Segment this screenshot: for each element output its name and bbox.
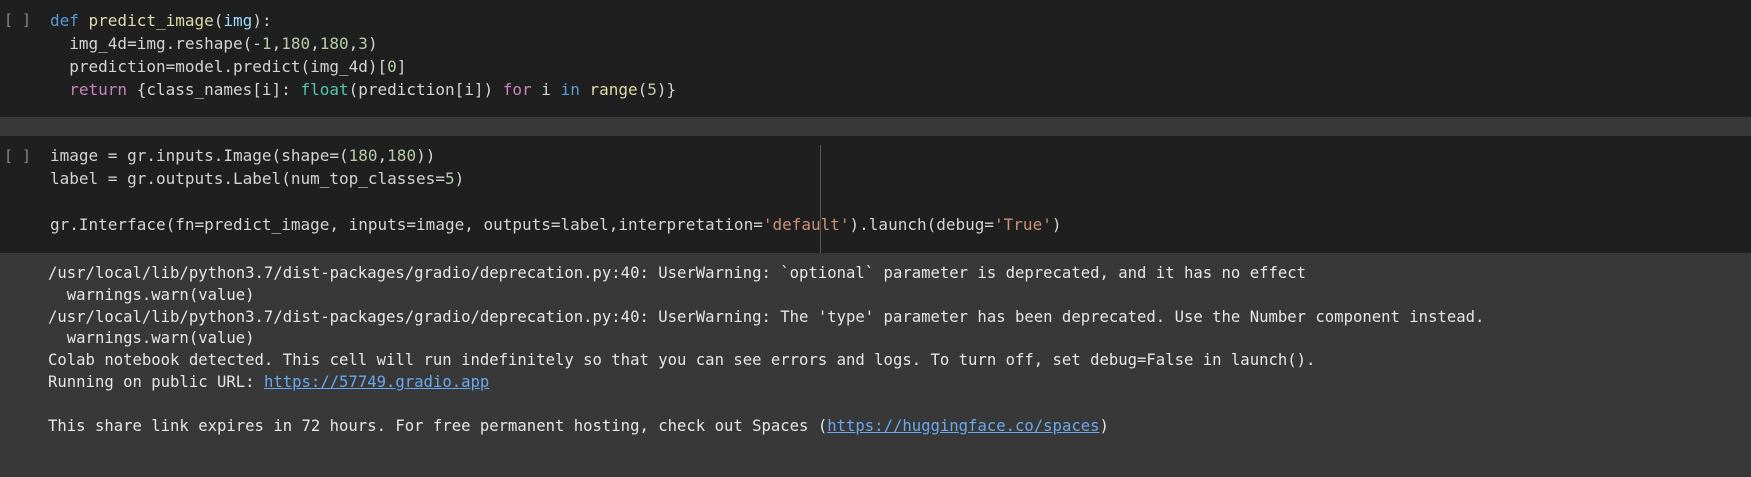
code-token: predict_image bbox=[88, 11, 214, 30]
code-editor[interactable]: image = gr.inputs.Image(shape=(180,180))… bbox=[50, 144, 1061, 236]
code-token: img_4d=img.reshape(- bbox=[50, 34, 262, 53]
code-token: 5 bbox=[647, 80, 657, 99]
code-token: ( bbox=[213, 11, 224, 30]
code-line: gr.Interface(fn=predict_image, inputs=im… bbox=[50, 213, 1061, 236]
text-cursor-guide bbox=[820, 145, 821, 253]
code-token: img bbox=[223, 11, 253, 30]
cell-output: /usr/local/lib/python3.7/dist-packages/g… bbox=[48, 263, 1484, 437]
code-token: range bbox=[589, 80, 638, 99]
code-line: label = gr.outputs.Label(num_top_classes… bbox=[50, 167, 1061, 190]
output-line: /usr/local/lib/python3.7/dist-packages/g… bbox=[48, 307, 1485, 326]
code-token: float bbox=[300, 80, 349, 99]
code-token: ): bbox=[252, 11, 272, 30]
code-token: (prediction[i]) bbox=[348, 80, 503, 99]
code-token: , bbox=[271, 34, 282, 53]
notebook: [ ] def predict_image(img): img_4d=img.r… bbox=[0, 0, 1751, 477]
code-token: )} bbox=[656, 80, 677, 99]
code-token: 'True' bbox=[994, 215, 1052, 234]
output-line: /usr/local/lib/python3.7/dist-packages/g… bbox=[48, 264, 1307, 282]
code-token: gr.Interface(fn=predict_image, inputs=im… bbox=[50, 215, 763, 234]
code-token: , bbox=[348, 34, 359, 53]
code-token: for bbox=[502, 80, 532, 99]
code-token: , bbox=[310, 34, 320, 53]
code-token: def bbox=[50, 11, 89, 30]
code-token: 'default' bbox=[762, 215, 850, 234]
output-line: Running on public URL: https://57749.gra… bbox=[48, 372, 1484, 394]
code-line: def predict_image(img): bbox=[50, 9, 676, 32]
code-token: 3 bbox=[358, 34, 368, 53]
code-token: i bbox=[531, 80, 561, 99]
code-token: 180 bbox=[387, 146, 417, 165]
run-cell-button[interactable]: [ ] bbox=[4, 11, 31, 29]
code-line: image = gr.inputs.Image(shape=(180,180)) bbox=[50, 144, 1061, 167]
code-token: {class_names[i]: bbox=[127, 80, 301, 99]
code-token: 0 bbox=[387, 57, 397, 76]
output-line: warnings.warn(value) bbox=[48, 329, 255, 348]
code-token: 180 bbox=[319, 34, 349, 53]
code-token: ] bbox=[396, 57, 407, 76]
code-token: )) bbox=[416, 146, 436, 165]
output-line: Colab notebook detected. This cell will … bbox=[48, 351, 1316, 370]
code-token: , bbox=[377, 146, 388, 165]
code-editor[interactable]: def predict_image(img): img_4d=img.resha… bbox=[50, 9, 676, 101]
code-token: ) bbox=[454, 169, 465, 188]
code-token: return bbox=[69, 80, 128, 99]
code-cell-2[interactable]: [ ] image = gr.inputs.Image(shape=(180,1… bbox=[0, 136, 1751, 253]
output-line: warnings.warn(value) bbox=[48, 285, 255, 304]
code-token: 180 bbox=[281, 34, 311, 53]
output-text: This share link expires in 72 hours. For… bbox=[48, 416, 828, 435]
code-cell-1[interactable]: [ ] def predict_image(img): img_4d=img.r… bbox=[0, 0, 1751, 117]
code-token: ) bbox=[367, 34, 378, 53]
run-cell-button[interactable]: [ ] bbox=[4, 147, 31, 165]
code-token: 180 bbox=[348, 146, 378, 165]
code-token: image = gr.inputs.Image(shape=( bbox=[50, 146, 349, 165]
code-token: 5 bbox=[444, 169, 455, 188]
output-text: Running on public URL: bbox=[48, 372, 264, 391]
cell-separator bbox=[0, 117, 1751, 136]
output-link[interactable]: https://huggingface.co/spaces bbox=[827, 417, 1099, 435]
code-token: in bbox=[560, 80, 580, 99]
output-link[interactable]: https://57749.gradio.app bbox=[264, 373, 489, 391]
output-line: This share link expires in 72 hours. For… bbox=[48, 416, 1484, 438]
code-token: 1 bbox=[261, 34, 272, 53]
code-token: ( bbox=[637, 80, 648, 99]
output-text: ) bbox=[1099, 416, 1109, 435]
code-token: prediction=model.predict(img_4d)[ bbox=[50, 57, 388, 76]
code-token: label = gr.outputs.Label(num_top_classes… bbox=[50, 169, 445, 188]
code-line: prediction=model.predict(img_4d)[0] bbox=[50, 55, 676, 78]
code-token: ).launch(debug= bbox=[849, 215, 995, 234]
code-token: ) bbox=[1051, 215, 1062, 234]
code-line: return {class_names[i]: float(prediction… bbox=[50, 78, 676, 101]
code-line: img_4d=img.reshape(-1,180,180,3) bbox=[50, 32, 676, 55]
